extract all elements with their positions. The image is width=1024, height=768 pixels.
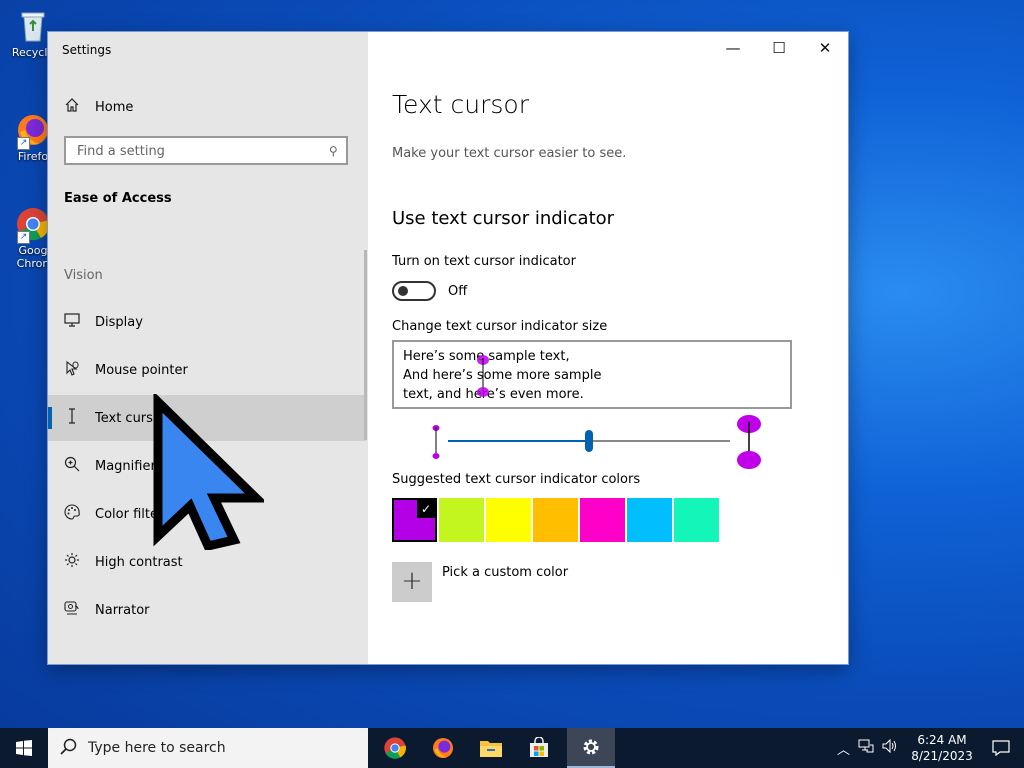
pick-custom-color-button[interactable]: + xyxy=(392,562,432,602)
high-contrast-icon xyxy=(64,552,80,572)
sidebar-scrollbar[interactable] xyxy=(364,250,367,440)
taskbar-app-settings[interactable] xyxy=(567,728,615,768)
window-title: Settings xyxy=(62,43,112,57)
color-swatch-purple[interactable]: ✓ xyxy=(392,498,437,542)
settings-icon xyxy=(583,739,599,755)
text-cursor-indicator-toggle[interactable] xyxy=(392,281,436,301)
size-label: Change text cursor indicator size xyxy=(392,319,608,334)
sidebar-item-home[interactable]: Home xyxy=(64,96,133,118)
notification-icon xyxy=(992,740,1010,756)
notifications-button[interactable] xyxy=(978,740,1024,756)
taskbar-search-box[interactable]: Type here to search xyxy=(48,728,368,768)
search-icon: ⚲ xyxy=(329,144,338,158)
settings-window: Settings Home Find a setting ⚲ Ease of A… xyxy=(48,32,848,664)
section-title: Ease of Access xyxy=(64,191,172,206)
display-icon xyxy=(64,313,80,331)
group-title-vision: Vision xyxy=(64,268,103,283)
firefox-icon xyxy=(433,738,453,758)
clock-date: 8/21/2023 xyxy=(911,749,973,763)
checkmark-icon: ✓ xyxy=(417,500,435,518)
taskbar-app-firefox[interactable] xyxy=(419,728,467,768)
sample-line: And here’s some more sample xyxy=(403,368,602,383)
volume-icon[interactable] xyxy=(882,738,898,757)
mouse-pointer-icon xyxy=(64,360,80,380)
start-button[interactable] xyxy=(0,728,48,768)
color-swatch-orange[interactable] xyxy=(533,498,578,542)
clock-time: 6:24 AM xyxy=(917,733,967,747)
chrome-icon: ↗ xyxy=(15,206,51,244)
window-controls: — ☐ ✕ xyxy=(710,32,848,64)
firefox-icon: ↗ xyxy=(15,112,51,150)
large-size-icon xyxy=(737,415,761,469)
toggle-knob xyxy=(398,286,408,296)
search-icon xyxy=(60,738,78,761)
page-description: Make your text cursor easier to see. xyxy=(392,146,627,161)
sidebar-item-label: High contrast xyxy=(95,554,183,570)
sidebar-item-label: Magnifier xyxy=(95,458,156,474)
sample-cursor-indicator-icon xyxy=(477,355,489,397)
sidebar: Settings Home Find a setting ⚲ Ease of A… xyxy=(48,32,368,664)
text-cursor-icon xyxy=(64,408,80,428)
color-swatch-lime[interactable] xyxy=(439,498,484,542)
sidebar-item-display[interactable]: Display xyxy=(48,299,366,345)
small-size-icon xyxy=(432,425,440,459)
search-input[interactable]: Find a setting ⚲ xyxy=(64,136,348,165)
recycle-bin-icon xyxy=(15,8,51,44)
sample-line: text, and here’s even more. xyxy=(403,387,584,402)
annotation-pointer-icon xyxy=(153,394,264,550)
color-filters-icon xyxy=(64,504,80,524)
close-button[interactable]: ✕ xyxy=(802,32,848,64)
sidebar-item-label: Mouse pointer xyxy=(95,362,188,378)
narrator-icon xyxy=(64,600,80,620)
color-swatch-mint[interactable] xyxy=(674,498,719,542)
sidebar-item-narrator[interactable]: Narrator xyxy=(48,587,366,633)
home-icon xyxy=(64,97,80,117)
taskbar-app-chrome[interactable] xyxy=(371,728,419,768)
sidebar-item-label: Narrator xyxy=(95,602,150,618)
color-swatch-yellow[interactable] xyxy=(486,498,531,542)
network-icon[interactable] xyxy=(858,739,874,757)
maximize-button[interactable]: ☐ xyxy=(756,32,802,64)
show-hidden-icons-chevron-icon[interactable]: ︿ xyxy=(837,739,850,758)
toggle-state: Off xyxy=(448,284,468,299)
sample-text-box: Here’s some sample text, And here’s some… xyxy=(392,340,792,409)
minimize-button[interactable]: — xyxy=(710,32,756,64)
color-swatches: ✓ xyxy=(392,498,719,542)
taskbar-app-store[interactable] xyxy=(515,728,563,768)
search-placeholder: Find a setting xyxy=(77,144,165,159)
page-title: Text cursor xyxy=(392,90,529,119)
section-title: Use text cursor indicator xyxy=(392,208,615,229)
store-icon xyxy=(530,737,548,757)
taskbar-search-placeholder: Type here to search xyxy=(88,740,226,756)
cursor-size-slider[interactable] xyxy=(448,430,730,452)
magnifier-icon xyxy=(64,456,80,476)
home-label: Home xyxy=(95,99,134,115)
chrome-icon xyxy=(384,737,406,759)
taskbar-app-file-explorer[interactable] xyxy=(467,728,515,768)
pick-custom-color-label[interactable]: Pick a custom color xyxy=(442,565,568,580)
clock[interactable]: 6:24 AM 8/21/2023 xyxy=(906,732,978,764)
toggle-label: Turn on text cursor indicator xyxy=(392,254,576,269)
file-explorer-icon xyxy=(480,741,502,757)
colors-label: Suggested text cursor indicator colors xyxy=(392,472,641,487)
slider-thumb[interactable] xyxy=(585,430,593,452)
system-tray: ︿ 6:24 AM 8/21/2023 xyxy=(833,728,1024,768)
color-swatch-sky-blue[interactable] xyxy=(627,498,672,542)
sample-line: Here’s some sample text, xyxy=(403,349,570,364)
taskbar: Type here to search ︿ 6:24 AM 8/21/2023 xyxy=(0,728,1024,768)
sidebar-item-mouse-pointer[interactable]: Mouse pointer xyxy=(48,347,366,393)
color-swatch-pink[interactable] xyxy=(580,498,625,542)
slider-fill xyxy=(448,440,589,442)
windows-logo-icon xyxy=(16,740,32,756)
sidebar-item-label: Display xyxy=(95,314,143,330)
